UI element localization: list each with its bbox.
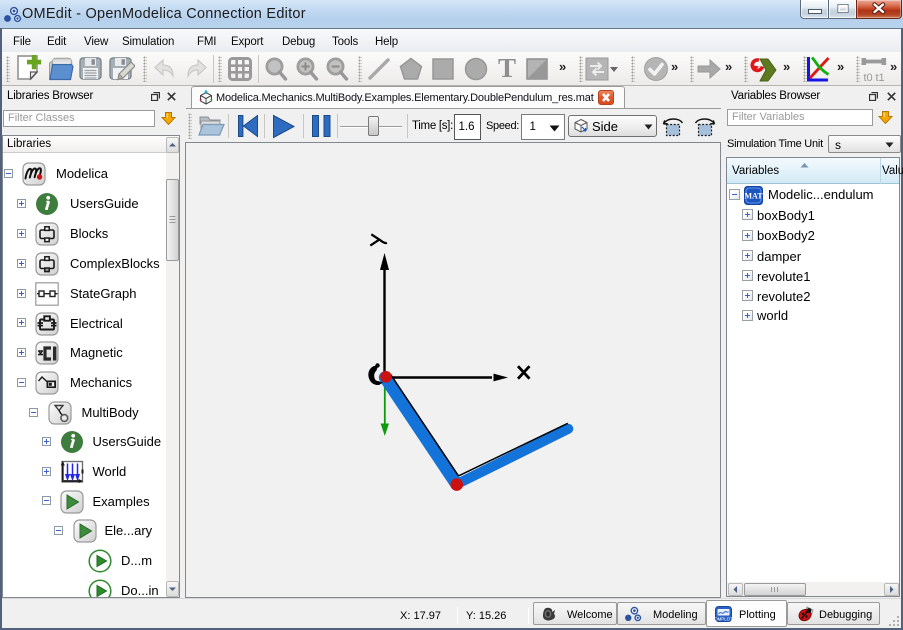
svg-text:t1: t1 [876, 72, 885, 83]
svg-text:OMPLOT: OMPLOT [715, 617, 732, 622]
svg-text:MAT: MAT [744, 191, 763, 200]
svg-text:t0: t0 [864, 72, 873, 83]
